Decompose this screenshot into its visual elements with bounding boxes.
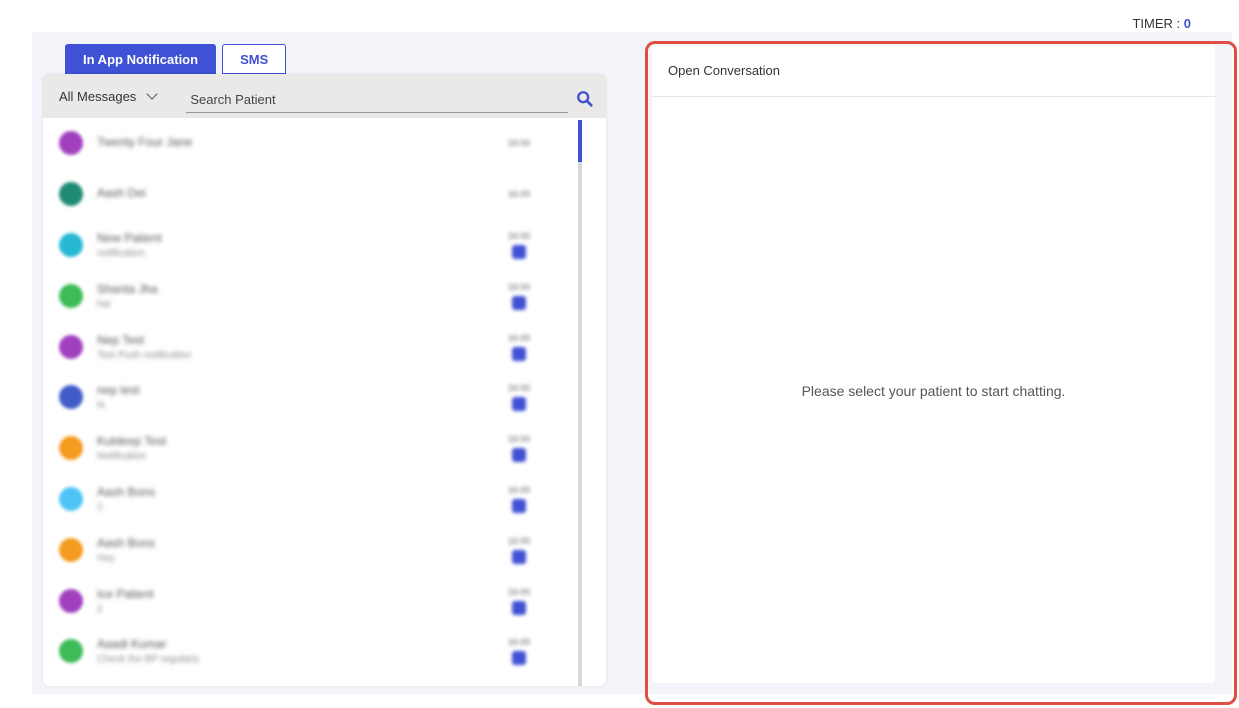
avatar — [59, 131, 83, 156]
list-toolbar: All Messages — [43, 74, 606, 118]
scrollbar-thumb[interactable] — [578, 120, 582, 162]
conversation-meta: 16:00 — [505, 485, 533, 513]
conversation-meta: 16:00 — [505, 637, 533, 666]
tab-in-app-notification[interactable]: In App Notification — [65, 44, 217, 74]
avatar — [59, 385, 83, 410]
message-time: 16:00 — [507, 332, 531, 343]
unread-badge — [512, 346, 526, 361]
unread-badge — [512, 448, 526, 463]
conversation-meta: 16:00 — [505, 138, 533, 148]
unread-badge — [512, 600, 526, 615]
conversation-row[interactable]: Twenty Four Jane 16:00 — [43, 118, 606, 169]
avatar — [59, 436, 83, 461]
avatar — [59, 283, 83, 308]
timer-label: TIMER : — [1132, 16, 1184, 31]
chevron-down-icon — [146, 88, 158, 100]
message-filter-dropdown[interactable]: All Messages — [59, 88, 158, 104]
conversation-panel-title: Open Conversation — [652, 44, 1215, 97]
avatar — [59, 486, 83, 511]
conversation-row[interactable]: Kuldeep Test Notification 16:00 — [43, 423, 606, 474]
conversation-panel: Open Conversation Please select your pat… — [652, 44, 1215, 683]
scrollbar-track[interactable] — [578, 120, 582, 686]
message-time: 16:00 — [507, 230, 531, 241]
conversation-meta: 16:00 — [505, 587, 533, 615]
empty-state-message: Please select your patient to start chat… — [801, 383, 1066, 399]
message-time: 16:00 — [507, 138, 531, 149]
tab-sms[interactable]: SMS — [222, 44, 287, 74]
message-time: 16:00 — [507, 586, 531, 597]
conversation-row[interactable]: New Patient notification 16:00 — [43, 220, 606, 271]
timer-value: 0 — [1183, 16, 1191, 31]
channel-tabs: In App Notification SMS — [65, 44, 287, 74]
search-icon[interactable] — [576, 90, 594, 108]
message-time: 16:00 — [507, 281, 531, 292]
conversation-row[interactable]: nep test hi 16:00 — [43, 372, 606, 423]
conversation-meta: 16:00 — [505, 434, 533, 463]
unread-badge — [512, 295, 526, 310]
message-time: 16:00 — [507, 189, 531, 200]
conversation-row[interactable]: Shanta Jha hai 16:00 — [43, 270, 606, 321]
filter-label: All Messages — [59, 88, 137, 104]
conversation-meta: 16:00 — [505, 333, 533, 361]
conversation-meta: 16:00 — [505, 231, 533, 259]
message-time: 16:00 — [507, 383, 531, 394]
unread-badge — [512, 244, 526, 259]
avatar — [59, 334, 83, 359]
message-time: 16:00 — [507, 434, 531, 445]
message-time: 16:00 — [507, 637, 531, 648]
message-time: 16:00 — [507, 535, 531, 546]
conversation-row[interactable]: Shanta Jha16:00 — [43, 677, 606, 686]
conversation-row[interactable]: Aaadi Kumar Check the BP regularly 16:00 — [43, 626, 606, 677]
timer: TIMER : 0 — [1132, 16, 1191, 31]
conversation-row[interactable]: Aash Dei 16:00 — [43, 169, 606, 220]
unread-badge — [512, 498, 526, 513]
avatar — [59, 182, 83, 207]
conversation-meta: 16:00 — [505, 189, 533, 199]
unread-badge — [512, 397, 526, 412]
conversation-list: Twenty Four Jane 16:00 Aash Dei 16:00 New Pa… — [43, 118, 606, 686]
conversation-list-panel: All Messages Twenty Four Jane16:00Aash D… — [43, 74, 606, 686]
unread-badge — [512, 651, 526, 666]
avatar — [59, 232, 83, 257]
unread-badge — [512, 549, 526, 564]
conversation-row[interactable]: Nep Test Test Push notification 16:00 — [43, 321, 606, 372]
conversation-row[interactable]: Ice Patient 2 16:00 — [43, 575, 606, 626]
avatar — [59, 537, 83, 562]
avatar — [59, 588, 83, 613]
message-time: 16:00 — [507, 484, 531, 495]
avatar — [59, 639, 83, 664]
search-patient-input[interactable] — [186, 87, 568, 113]
conversation-meta: 16:00 — [505, 282, 533, 310]
conversation-row[interactable]: Aash Bons Hey 16:00 — [43, 524, 606, 575]
conversation-row[interactable]: Aash Bons 2 16:00 — [43, 474, 606, 525]
conversation-meta: 16:00 — [505, 536, 533, 564]
conversation-meta: 16:00 — [505, 383, 533, 412]
